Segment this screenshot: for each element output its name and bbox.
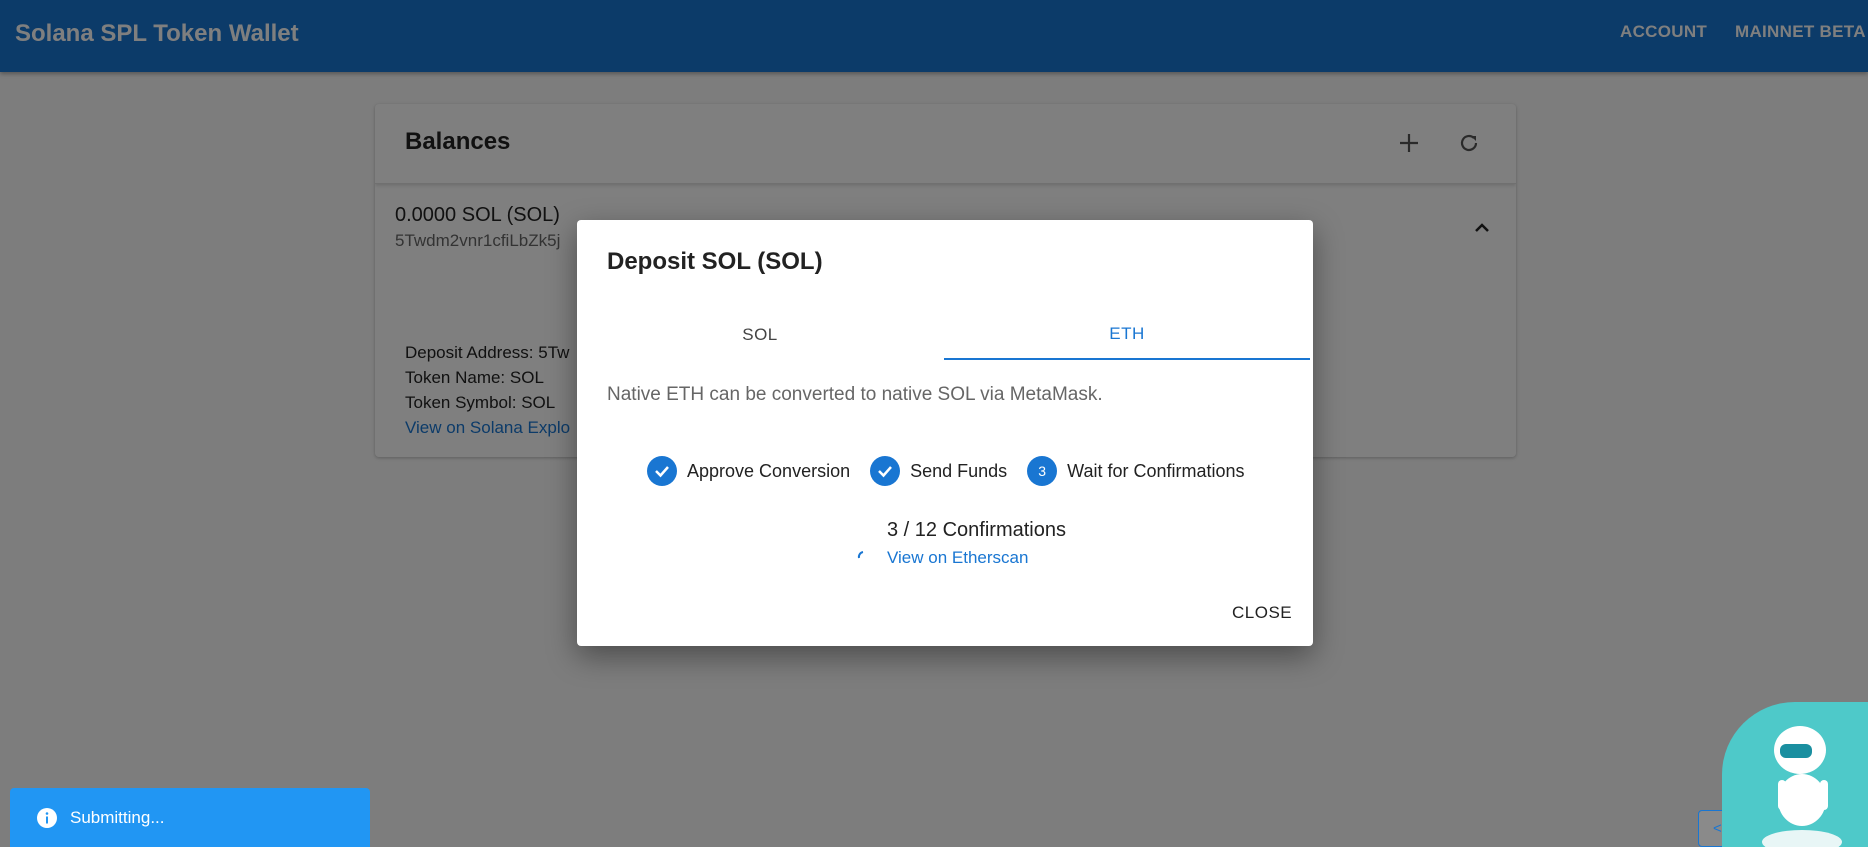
step-number: 3 [1027, 456, 1058, 486]
robot-icon [1762, 726, 1842, 847]
close-button[interactable]: CLOSE [1232, 603, 1292, 623]
step-label: Approve Conversion [687, 460, 851, 481]
etherscan-link[interactable]: View on Etherscan [887, 548, 1028, 568]
step-approve-conversion: Approve Conversion [647, 456, 850, 486]
check-icon [647, 456, 677, 486]
step-send-funds: Send Funds [870, 456, 1007, 486]
step-label: Send Funds [910, 460, 1008, 481]
deposit-tabs: SOL ETH [577, 310, 1313, 360]
status-snackbar: Submitting... [10, 788, 370, 847]
tab-eth[interactable]: ETH [944, 310, 1310, 360]
snackbar-text: Submitting... [70, 807, 165, 827]
dialog-title: Deposit SOL (SOL) [607, 248, 823, 275]
check-icon [870, 456, 901, 486]
dialog-description: Native ETH can be converted to native SO… [607, 384, 1103, 405]
confirmation-count: 3 / 12 Confirmations [887, 519, 1066, 541]
info-icon [36, 807, 58, 829]
deposit-dialog: Deposit SOL (SOL) SOL ETH Native ETH can… [577, 220, 1313, 646]
conversion-stepper: Approve Conversion Send Funds 3 Wait for… [647, 456, 1265, 486]
assistant-bot-widget[interactable] [1722, 702, 1868, 847]
tab-sol[interactable]: SOL [577, 310, 943, 360]
loading-spinner-icon [855, 548, 869, 562]
step-wait-confirmations: 3 Wait for Confirmations [1027, 456, 1245, 486]
step-label: Wait for Confirmations [1067, 460, 1245, 481]
